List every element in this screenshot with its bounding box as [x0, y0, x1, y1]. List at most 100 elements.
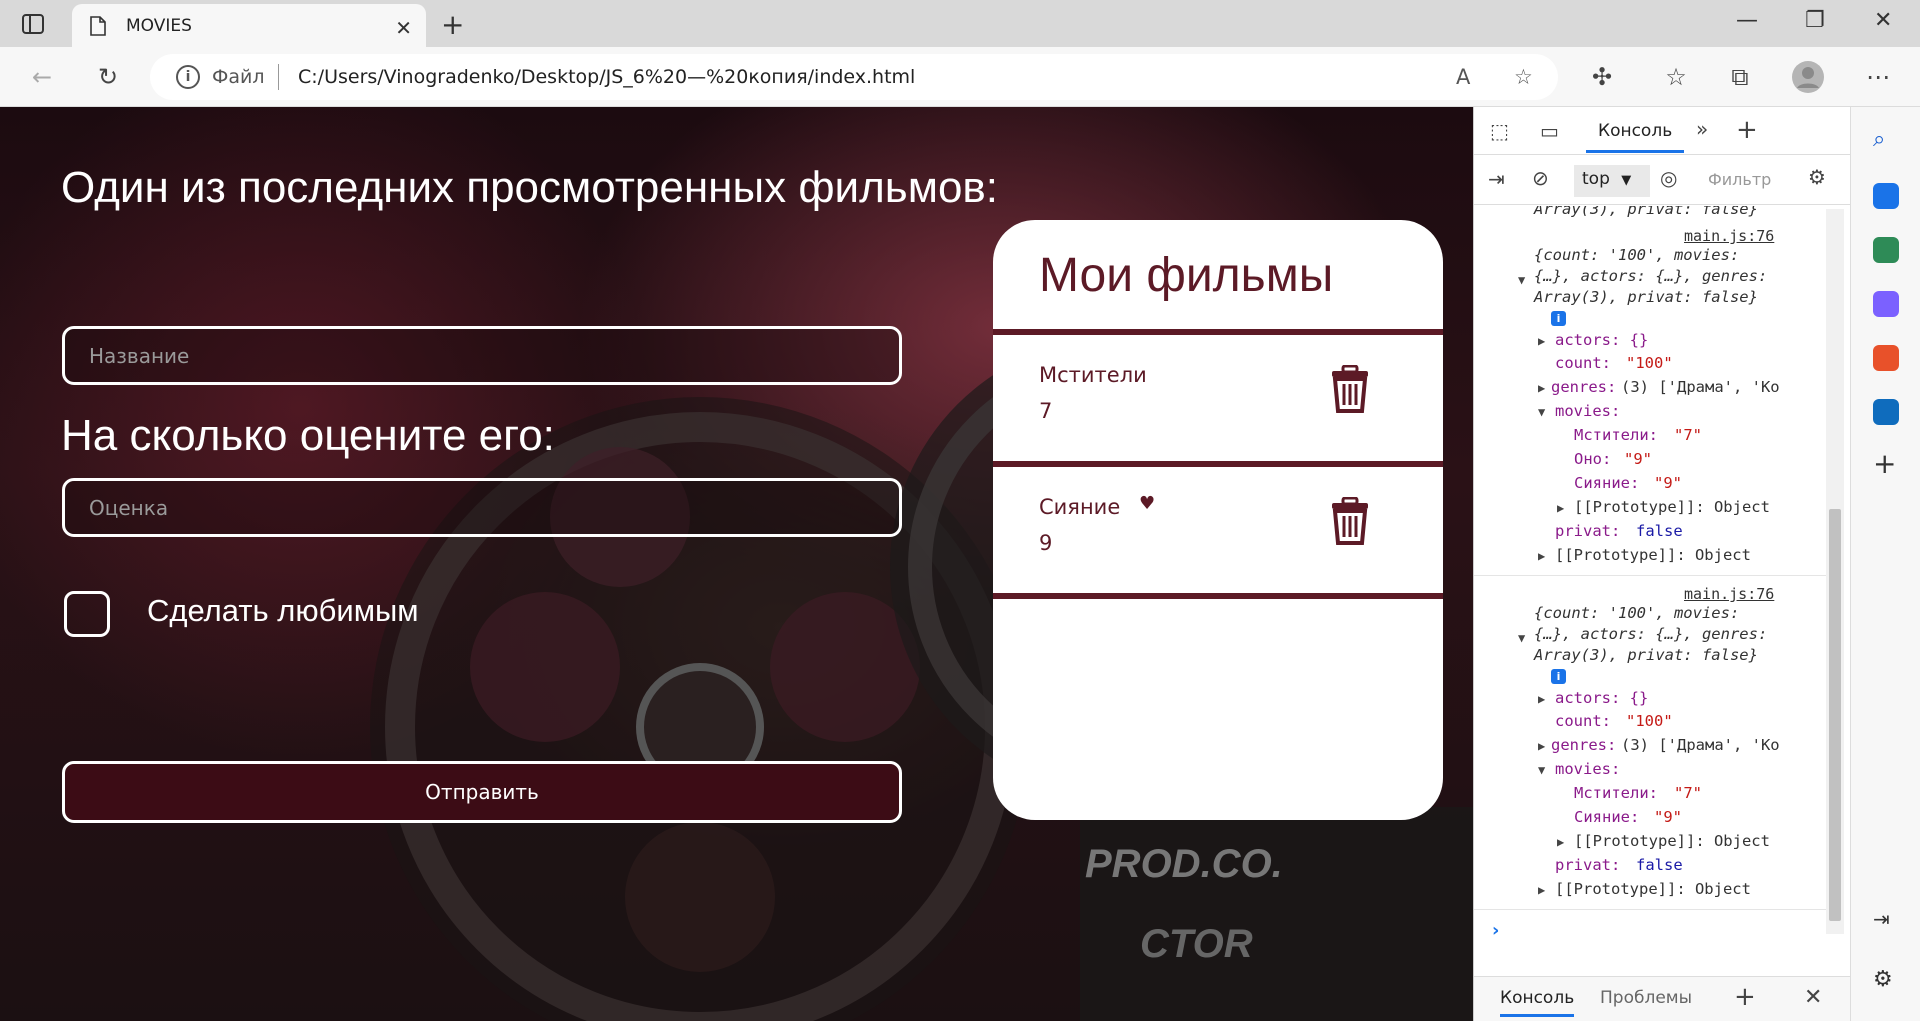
scrollbar-thumb[interactable] [1829, 509, 1841, 921]
prop-movies-key: movies: [1555, 402, 1621, 420]
collapsed-triangle-icon[interactable]: ▶ [1538, 334, 1545, 348]
collapsed-triangle-icon[interactable]: ▶ [1538, 739, 1545, 753]
add-tab-icon[interactable]: + [1736, 115, 1758, 145]
more-menu-icon[interactable]: ⋯ [1862, 61, 1894, 93]
address-toolbar: ← ↻ i Файл C:/Users/Vinogradenko/Desktop… [0, 47, 1920, 107]
trash-icon[interactable] [1330, 365, 1370, 413]
console-toolbar: ⇥ ⊘ top ▼ ◎ Фильтр ⚙ [1474, 155, 1851, 205]
drawer-tab-console[interactable]: Консоль [1500, 988, 1575, 1017]
extensions-icon[interactable]: ✣ [1586, 61, 1618, 93]
sidebar-settings-icon[interactable]: ⚙ [1873, 967, 1899, 993]
context-select[interactable]: top ▼ [1574, 165, 1650, 197]
favorites-icon[interactable]: ☆ [1660, 61, 1692, 93]
prop-movies-key: movies: [1555, 760, 1621, 778]
info-badge-icon[interactable]: i [1551, 311, 1566, 326]
collapsed-triangle-icon[interactable]: ▶ [1538, 692, 1545, 706]
games-icon[interactable] [1873, 291, 1899, 317]
rating-heading: На сколько оцените его: [61, 411, 555, 460]
log-summary: {…}, actors: {…}, genres: [1534, 267, 1768, 285]
movie-value: "9" [1654, 474, 1682, 492]
live-expression-icon[interactable]: ◎ [1660, 166, 1677, 190]
movie-value: "7" [1674, 784, 1702, 802]
console-prompt-icon[interactable]: › [1492, 920, 1499, 941]
my-movies-card: Мои фильмы Мстители 7 Сияние ♥ 9 [993, 220, 1443, 820]
address-bar[interactable]: i Файл C:/Users/Vinogradenko/Desktop/JS_… [150, 54, 1558, 100]
rating-field[interactable] [62, 478, 902, 537]
prototype-line: [[Prototype]]: Object [1574, 498, 1770, 516]
movie-item: Мстители 7 [993, 335, 1443, 461]
favorite-label[interactable]: Сделать любимым [147, 593, 419, 629]
expanded-triangle-icon[interactable]: ▼ [1518, 273, 1525, 287]
prop-privat-value: false [1636, 522, 1683, 540]
window-close-icon[interactable]: ✕ [1874, 8, 1892, 33]
drawer-add-icon[interactable]: + [1734, 982, 1756, 1012]
movie-value: "9" [1654, 808, 1682, 826]
expanded-triangle-icon[interactable]: ▼ [1538, 763, 1545, 777]
collections-icon[interactable]: ⧉ [1724, 61, 1756, 93]
read-aloud-icon[interactable]: A [1456, 65, 1470, 89]
movie-key: Мстители: [1574, 784, 1658, 802]
collapsed-triangle-icon[interactable]: ▶ [1557, 501, 1564, 515]
profile-avatar[interactable] [1792, 61, 1824, 93]
svg-text:PROD.CO.: PROD.CO. [1085, 842, 1283, 886]
office-icon[interactable] [1873, 345, 1899, 371]
name-input[interactable] [65, 329, 899, 382]
console-settings-icon[interactable]: ⚙ [1808, 165, 1826, 189]
url-text[interactable]: C:/Users/Vinogradenko/Desktop/JS_6%20—%2… [298, 66, 915, 88]
clear-console-icon[interactable]: ⊘ [1532, 166, 1549, 190]
tab-close-icon[interactable]: ✕ [395, 16, 412, 40]
collapsed-triangle-icon[interactable]: ▶ [1538, 883, 1545, 897]
log-summary: {…}, actors: {…}, genres: [1534, 625, 1768, 643]
tools-icon[interactable] [1873, 237, 1899, 263]
site-info-icon[interactable]: i [176, 65, 200, 89]
trash-icon[interactable] [1330, 497, 1370, 545]
drawer-close-icon[interactable]: ✕ [1804, 985, 1822, 1010]
add-sidebar-app-icon[interactable]: + [1873, 447, 1899, 480]
reload-icon[interactable]: ↻ [92, 61, 124, 93]
shopping-icon[interactable] [1873, 183, 1899, 209]
tab-console[interactable]: Консоль [1586, 115, 1685, 153]
expanded-triangle-icon[interactable]: ▼ [1518, 631, 1525, 645]
clipped-log-line: Array(3), privat: false} [1534, 206, 1758, 218]
chevron-down-icon: ▼ [1621, 173, 1632, 188]
filter-input[interactable]: Фильтр [1700, 165, 1798, 197]
collapsed-triangle-icon[interactable]: ▶ [1538, 381, 1545, 395]
tab-actions-icon [22, 14, 44, 34]
info-badge-icon[interactable]: i [1551, 669, 1566, 684]
collapsed-triangle-icon[interactable]: ▶ [1557, 835, 1564, 849]
address-divider [278, 64, 279, 90]
drawer-tab-issues[interactable]: Проблемы [1600, 988, 1692, 1008]
add-favorite-icon[interactable]: ☆ [1514, 65, 1533, 89]
source-link[interactable]: main.js:76 [1684, 585, 1774, 603]
device-toolbar-icon[interactable]: ▭ [1540, 119, 1559, 143]
favorite-checkbox[interactable] [64, 591, 110, 637]
search-icon[interactable]: ⌕ [1873, 127, 1899, 153]
submit-button[interactable]: Отправить [62, 761, 902, 823]
minimize-icon[interactable]: — [1736, 8, 1758, 33]
inspect-icon[interactable]: ⬚ [1490, 119, 1509, 143]
source-link[interactable]: main.js:76 [1684, 227, 1774, 245]
prop-genres-value: (3) ['Драма', 'Ко [1621, 378, 1780, 396]
new-tab-icon[interactable]: + [441, 8, 464, 41]
movie-score: 7 [1039, 399, 1053, 423]
collapsed-triangle-icon[interactable]: ▶ [1538, 549, 1545, 563]
console-output: Array(3), privat: false} main.js:76 {cou… [1474, 206, 1836, 931]
outlook-icon[interactable] [1873, 399, 1899, 425]
tab-actions-button[interactable] [18, 10, 48, 38]
console-scrollbar[interactable] [1826, 209, 1844, 934]
rating-input[interactable] [65, 481, 899, 534]
sidebar-toggle-icon[interactable]: ⇥ [1488, 167, 1505, 191]
more-tabs-icon[interactable]: » [1696, 117, 1708, 141]
prop-actors: actors: {} [1555, 689, 1649, 707]
browser-tab[interactable]: MOVIES ✕ [72, 4, 426, 47]
expanded-triangle-icon[interactable]: ▼ [1538, 405, 1545, 419]
name-field[interactable] [62, 326, 902, 385]
edge-sidebar: ⌕ + ⇥ ⚙ [1850, 107, 1920, 1021]
hide-sidebar-icon[interactable]: ⇥ [1873, 907, 1899, 933]
back-icon[interactable]: ← [26, 61, 58, 93]
prop-genres-value: (3) ['Драма', 'Ко [1621, 736, 1780, 754]
movie-value: "9" [1624, 450, 1652, 468]
site-info-label: Файл [212, 66, 265, 88]
restore-icon[interactable]: ❐ [1805, 8, 1825, 33]
devtools-drawer: Консоль Проблемы + ✕ [1474, 976, 1851, 1021]
